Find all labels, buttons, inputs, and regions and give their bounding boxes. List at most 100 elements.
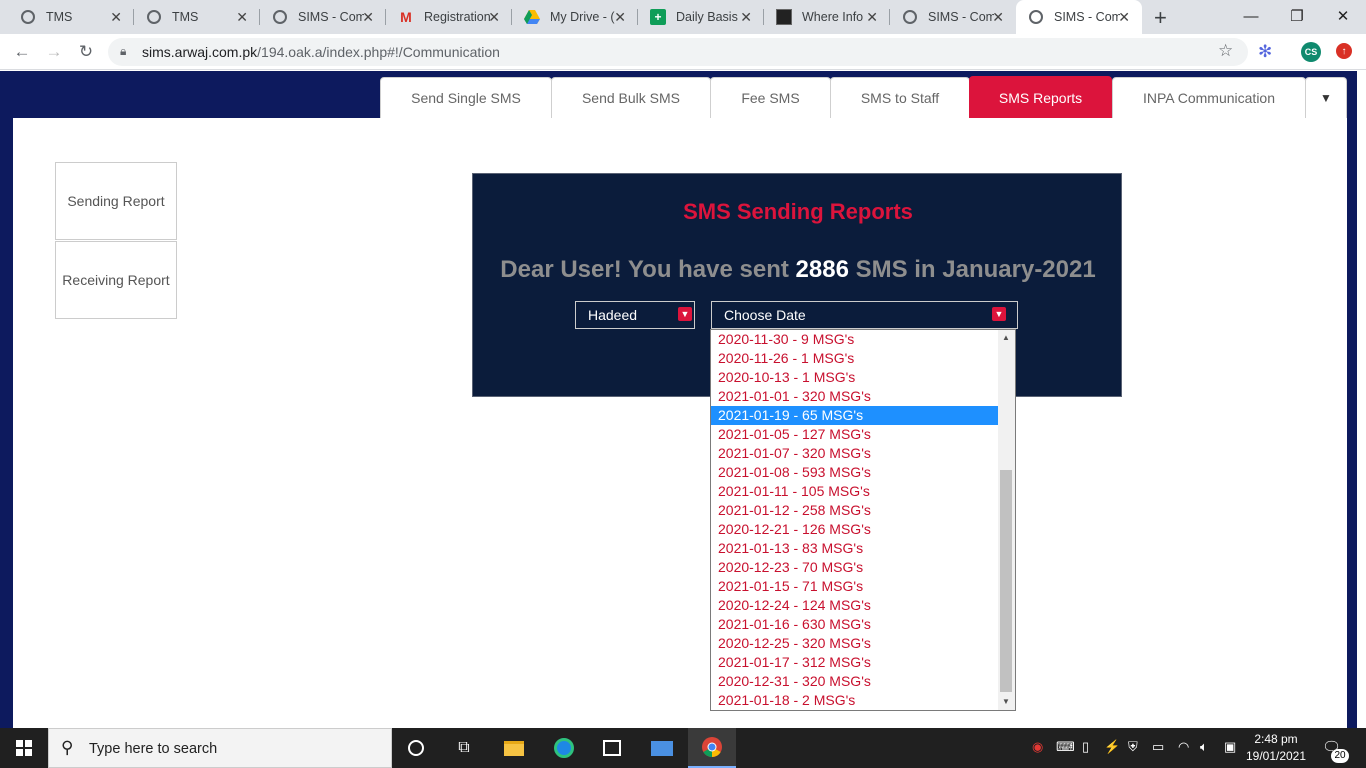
volume-icon[interactable]: 🔈︎ (1200, 739, 1208, 755)
tab-title: SIMS - Com (298, 10, 364, 24)
browser-tab-strip: TMS ✕ TMS ✕ SIMS - Com ✕ M Registration … (0, 0, 1366, 34)
tab-title: My Drive - ( (550, 10, 615, 24)
summary-suffix: SMS in January-2021 (848, 256, 1096, 283)
tab-title: TMS (46, 10, 73, 24)
dropdown-option[interactable]: 2021-01-07 - 320 MSG's (711, 444, 999, 463)
back-button[interactable]: ← (10, 40, 34, 64)
receiving-report-button[interactable]: Receiving Report (55, 241, 177, 319)
image-icon (776, 9, 792, 25)
globe-icon (1028, 9, 1044, 25)
chrome-icon[interactable] (688, 728, 736, 768)
dropdown-option[interactable]: 2020-12-23 - 70 MSG's (711, 558, 999, 577)
user-select[interactable]: Hadeed ▼ (575, 301, 695, 329)
dropdown-option[interactable]: 2020-12-31 - 320 MSG's (711, 672, 999, 691)
browser-tab[interactable]: TMS ✕ (0, 0, 134, 34)
scrollbar-thumb[interactable] (1000, 470, 1012, 692)
device-tray-icon[interactable]: ▯ (1082, 739, 1089, 755)
app-tray-icon[interactable]: ◉ (1032, 739, 1043, 755)
dropdown-option[interactable]: 2020-11-30 - 9 MSG's (711, 330, 999, 349)
browser-tab[interactable]: My Drive - ( ✕ (504, 0, 638, 34)
taskbar-clock[interactable]: 2:48 pm 19/01/2021 (1242, 731, 1310, 765)
search-icon: ⚲ (61, 738, 74, 757)
tab-send-bulk-sms[interactable]: Send Bulk SMS (551, 77, 711, 118)
address-bar[interactable]: 🔒︎ sims.arwaj.com.pk/194.oak.a/index.php… (108, 38, 1248, 66)
scroll-up-icon[interactable]: ▲ (1002, 333, 1010, 342)
tabs-more-dropdown[interactable]: ▼ (1305, 77, 1347, 118)
update-icon[interactable]: ↑ (1336, 43, 1352, 59)
dropdown-option[interactable]: 2021-01-08 - 593 MSG's (711, 463, 999, 482)
browser-tab[interactable]: SIMS - Com ✕ (882, 0, 1016, 34)
start-button[interactable] (0, 728, 48, 768)
dropdown-option[interactable]: 2021-01-17 - 312 MSG's (711, 653, 999, 672)
security-tray-icon[interactable]: ⛨ (1128, 739, 1138, 755)
close-icon[interactable]: ✕ (488, 9, 500, 26)
browser-toolbar: ← → ↻ 🔒︎ sims.arwaj.com.pk/194.oak.a/ind… (0, 34, 1366, 70)
browser-tab[interactable]: SIMS - Com ✕ (252, 0, 386, 34)
dropdown-option[interactable]: 2021-01-16 - 630 MSG's (711, 615, 999, 634)
network-off-tray-icon[interactable]: ⚡ (1104, 739, 1120, 755)
dropdown-scrollbar[interactable]: ▲ ▼ (998, 330, 1015, 710)
keyboard-tray-icon[interactable]: ⌨ (1056, 739, 1075, 755)
dropdown-option[interactable]: 2021-01-19 - 65 MSG's (711, 406, 999, 425)
tab-sms-reports[interactable]: SMS Reports (969, 76, 1112, 118)
summary-prefix: Dear User! You have sent (500, 256, 796, 283)
date-select[interactable]: Choose Date ▼ (711, 301, 1018, 329)
close-icon[interactable]: ✕ (1118, 9, 1130, 26)
taskbar-search[interactable]: ⚲ Type here to search (48, 728, 392, 768)
new-tab-button[interactable]: + (1154, 5, 1167, 31)
close-icon[interactable]: ✕ (110, 9, 122, 26)
browser-tab[interactable]: + Daily Basis ✕ (630, 0, 764, 34)
profile-avatar[interactable]: CS (1301, 42, 1321, 62)
browser-tab[interactable]: M Registration ✕ (378, 0, 512, 34)
dropdown-option[interactable]: 2020-12-24 - 124 MSG's (711, 596, 999, 615)
dropdown-option[interactable]: 2021-01-01 - 320 MSG's (711, 387, 999, 406)
date-dropdown-list[interactable]: 2020-11-30 - 9 MSG's 2020-11-26 - 1 MSG's… (710, 329, 1016, 711)
close-window-button[interactable]: ✕ (1320, 0, 1366, 32)
close-icon[interactable]: ✕ (992, 9, 1004, 26)
dropdown-option[interactable]: 2021-01-15 - 71 MSG's (711, 577, 999, 596)
tab-send-single-sms[interactable]: Send Single SMS (380, 77, 552, 118)
close-icon[interactable]: ✕ (614, 9, 626, 26)
dropdown-option[interactable]: 2020-11-26 - 1 MSG's (711, 349, 999, 368)
cortana-icon[interactable] (392, 728, 440, 768)
task-view-icon[interactable]: ⧉ (440, 728, 488, 768)
panel-title: SMS Sending Reports (683, 199, 913, 224)
file-explorer-icon[interactable] (490, 728, 538, 768)
dropdown-option[interactable]: 2021-01-12 - 258 MSG's (711, 501, 999, 520)
language-icon[interactable]: ▣ (1224, 739, 1236, 755)
tab-title: Where Info (802, 10, 864, 24)
restore-button[interactable]: ❐ (1274, 0, 1320, 32)
page-scrollbar[interactable] (1357, 71, 1366, 728)
sms-count: 2886 (795, 256, 849, 283)
store-icon[interactable] (588, 728, 636, 768)
sending-report-button[interactable]: Sending Report (55, 162, 177, 240)
chevron-down-icon: ▼ (678, 307, 692, 321)
mail-icon[interactable] (638, 728, 686, 768)
dropdown-option[interactable]: 2021-01-05 - 127 MSG's (711, 425, 999, 444)
close-icon[interactable]: ✕ (740, 9, 752, 26)
browser-tab-active[interactable]: SIMS - Com ✕ (1016, 0, 1142, 34)
dropdown-option[interactable]: 2020-10-13 - 1 MSG's (711, 368, 999, 387)
extension-icon[interactable]: ✻ (1258, 42, 1272, 62)
dropdown-option[interactable]: 2021-01-11 - 105 MSG's (711, 482, 999, 501)
forward-button[interactable]: → (42, 40, 66, 64)
browser-tab[interactable]: TMS ✕ (126, 0, 260, 34)
dropdown-option[interactable]: 2020-12-21 - 126 MSG's (711, 520, 999, 539)
tab-fee-sms[interactable]: Fee SMS (710, 77, 831, 118)
close-icon[interactable]: ✕ (362, 9, 374, 26)
battery-icon[interactable]: ▭ (1152, 739, 1164, 755)
dropdown-option[interactable]: 2021-01-13 - 83 MSG's (711, 539, 999, 558)
bookmark-star-icon[interactable]: ☆ (1218, 41, 1233, 61)
close-icon[interactable]: ✕ (866, 9, 878, 26)
reload-button[interactable]: ↻ (74, 40, 98, 64)
edge-icon[interactable] (540, 728, 588, 768)
close-icon[interactable]: ✕ (236, 9, 248, 26)
minimize-button[interactable]: — (1228, 0, 1274, 32)
dropdown-option[interactable]: 2020-12-25 - 320 MSG's (711, 634, 999, 653)
browser-tab[interactable]: Where Info ✕ (756, 0, 890, 34)
wifi-icon[interactable]: ◠ (1178, 739, 1189, 755)
dropdown-option[interactable]: 2021-01-18 - 2 MSG's (711, 691, 999, 710)
scroll-down-icon[interactable]: ▼ (1002, 697, 1010, 706)
tab-inpa-communication[interactable]: INPA Communication (1112, 77, 1306, 118)
tab-sms-to-staff[interactable]: SMS to Staff (830, 77, 970, 118)
